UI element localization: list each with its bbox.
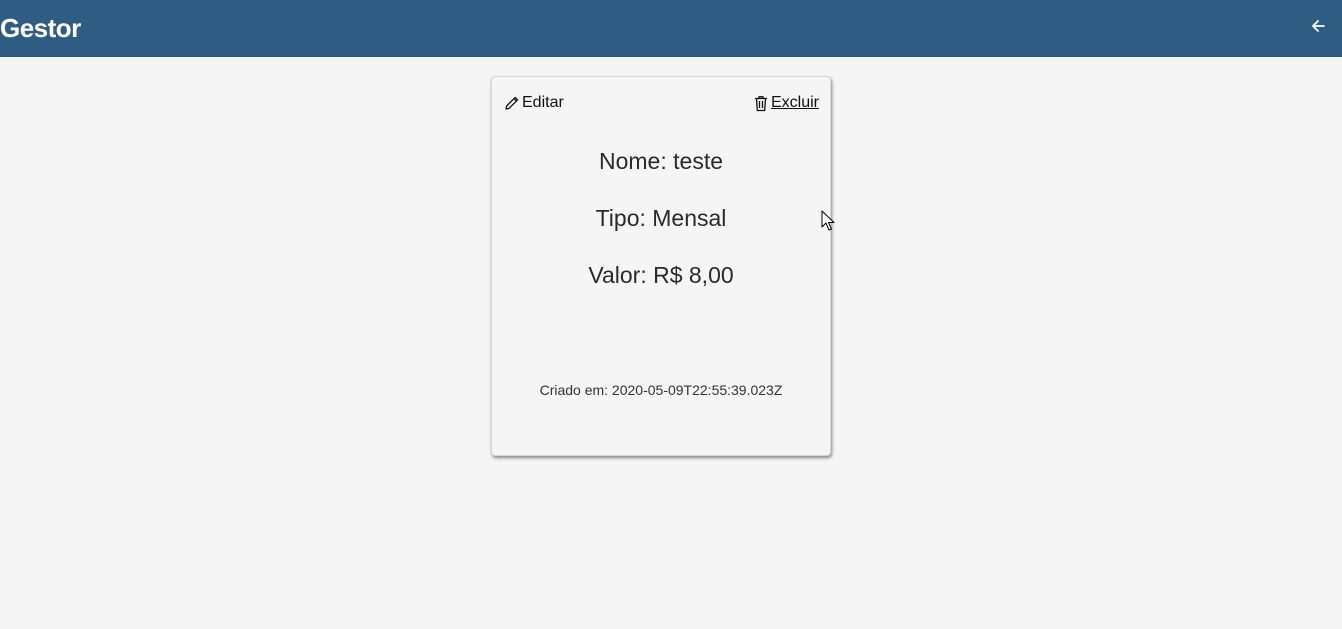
- item-value: Valor: R$ 8,00: [588, 262, 734, 288]
- item-card: Editar Excluir Nome: teste Tipo: Mensal …: [491, 76, 831, 456]
- edit-button[interactable]: Editar: [504, 94, 564, 112]
- back-button[interactable]: [1306, 14, 1330, 38]
- app-title: Gestor: [0, 13, 81, 43]
- item-type: Tipo: Mensal: [595, 205, 727, 231]
- pencil-icon: [504, 95, 520, 111]
- trash-icon: [753, 95, 769, 112]
- arrow-left-icon: [1310, 18, 1326, 34]
- app-header: Gestor: [0, 0, 1342, 57]
- item-name: Nome: teste: [599, 148, 723, 174]
- mouse-cursor-icon: [821, 210, 835, 232]
- edit-label: Editar: [522, 94, 564, 111]
- delete-button[interactable]: Excluir: [753, 94, 819, 112]
- created-timestamp: Criado em: 2020-05-09T22:55:39.023Z: [539, 382, 783, 398]
- delete-label: Excluir: [770, 94, 819, 111]
